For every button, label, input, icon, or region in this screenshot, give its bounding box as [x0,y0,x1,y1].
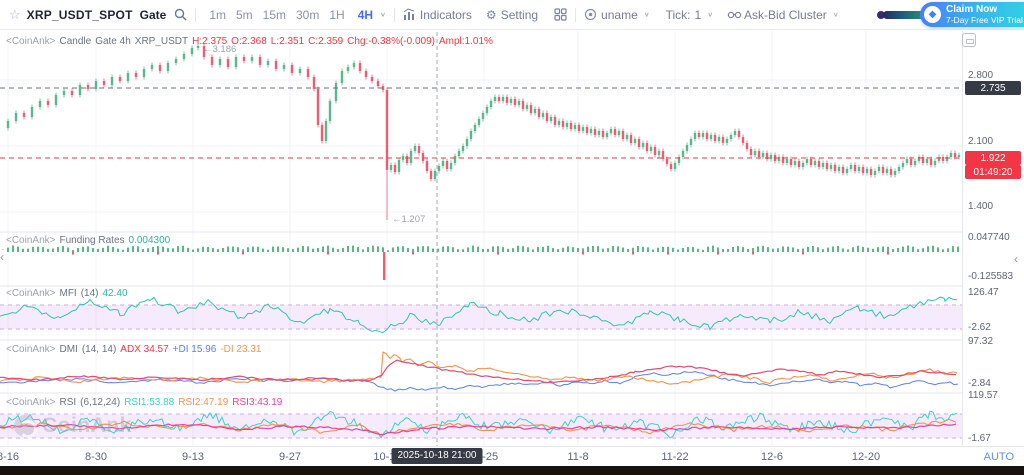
timeframe-group: 1m 5m 15m 30m 1H [204,8,349,22]
uname-dropdown[interactable]: uname ∨ [584,8,650,22]
price-annotation: ←3.186 [203,44,236,55]
setting-button[interactable]: ⚙ Setting [486,8,538,22]
divider [195,7,197,22]
timeframe-5m[interactable]: 5m [236,8,253,22]
vip-badge-icon: ◆ [924,6,941,23]
timeframe-1h[interactable]: 1H [329,8,344,22]
chevron-down-icon: ∨ [643,10,650,19]
timeframe-4h[interactable]: 4H [358,8,373,22]
axis-label: 0.047740 [968,232,1010,243]
timeframe-1m[interactable]: 1m [209,8,226,22]
axis-label: -1.67 [968,433,991,444]
time-tick: 9-27 [278,451,302,463]
claim-title: Claim Now [946,3,998,15]
symbol-name[interactable]: XRP_USDT_SPOT [27,8,133,22]
uname-icon [584,8,597,21]
askbid-label: Ask-Bid Cluster [744,7,827,22]
uname-label: uname [601,7,638,22]
layout-grid-icon [554,8,567,21]
tick-value: 1 [694,7,702,22]
time-tick: 9-13 [181,451,205,463]
timeframe-30m[interactable]: 30m [296,8,319,22]
right-collapse-chevron[interactable]: ‹ [1014,252,1018,266]
divider [575,7,577,22]
gear-icon: ⚙ [485,7,497,22]
time-tick: 8-16 [0,451,20,463]
axis-label: 126.47 [968,287,999,298]
bottom-dark-bar [0,466,1024,475]
setting-label: Setting [500,7,539,22]
axis-label: -0.125583 [968,271,1014,282]
axis-label: 119.57 [968,390,998,401]
crosshair-time-badge: 2025-10-18 21:00 [391,448,483,464]
exchange-name[interactable]: Gate [140,8,167,22]
divider [393,7,395,22]
price-annotation: ←1.207 [392,214,425,225]
timeframe-15m[interactable]: 15m [263,8,286,22]
left-collapse-chevron[interactable]: ‹ [0,250,4,264]
axis-label: 97.32 [968,336,994,347]
indicators-button[interactable]: Indicators [403,8,472,22]
main-chart-canvas[interactable]: ←3.186 ←1.207 [0,31,962,446]
time-tick: 8-30 [84,451,108,463]
chevron-down-icon[interactable]: ∨ [380,11,386,18]
layout-grid-button[interactable] [554,8,567,21]
axis-label: 2.800 [968,70,994,81]
chevron-down-icon: ∨ [707,10,714,19]
claim-subtitle: 7-Day Free VIP Trial [946,14,1023,25]
askbid-cluster-dropdown[interactable]: Ask-Bid Cluster ∨ [727,8,839,22]
tick-label: Tick: [665,7,691,22]
trading-app: ☆ XRP_USDT_SPOT Gate 1m 5m 15m 30m 1H 4H ∨ I… [0,0,1024,475]
indicators-label: Indicators [419,7,472,22]
tick-dropdown[interactable]: Tick: 1 ∨ [666,8,713,22]
chevron-down-icon: ∨ [832,10,839,19]
time-tick: 11-22 [661,451,689,463]
time-tick: 11-8 [567,451,589,463]
ask-bid-glasses-icon [727,8,742,21]
chart-snapshot-icon[interactable] [962,33,976,47]
favorite-star-icon[interactable]: ☆ [9,7,21,23]
time-axis[interactable]: AUTO 8-16 8-30 9-13 9-27 10-11 10-25 11-8 11-22… [0,446,1024,466]
axis-label: 1.400 [968,201,994,212]
auto-scale-button[interactable]: AUTO [984,451,1014,463]
axis-label: -2.62 [968,322,991,333]
axis-label: 2.100 [968,136,994,147]
top-toolbar: ☆ XRP_USDT_SPOT Gate 1m 5m 15m 30m 1H 4H ∨ I… [0,0,1024,30]
price-badge: 2.735 [965,81,1021,95]
axis-label: -2.84 [968,378,991,389]
price-badge: 01:49:20 [965,165,1021,179]
claim-vip-button[interactable]: ◆ Claim Now 7-Day Free VIP Trial [920,2,1024,27]
chart-area[interactable]: ←3.186 ←1.207 <CoinAnk> Candle Gate 4h XRP_U… [0,31,962,446]
time-tick: 12-20 [851,451,881,463]
search-icon[interactable] [174,8,187,21]
price-badge: 1.922 [965,151,1021,165]
right-price-axis[interactable]: 2.800 2.735 2.100 1.922 01:49:20 1.400 0.04774… [962,31,1024,446]
indicators-icon [403,8,416,21]
time-tick: 12-6 [760,451,784,463]
